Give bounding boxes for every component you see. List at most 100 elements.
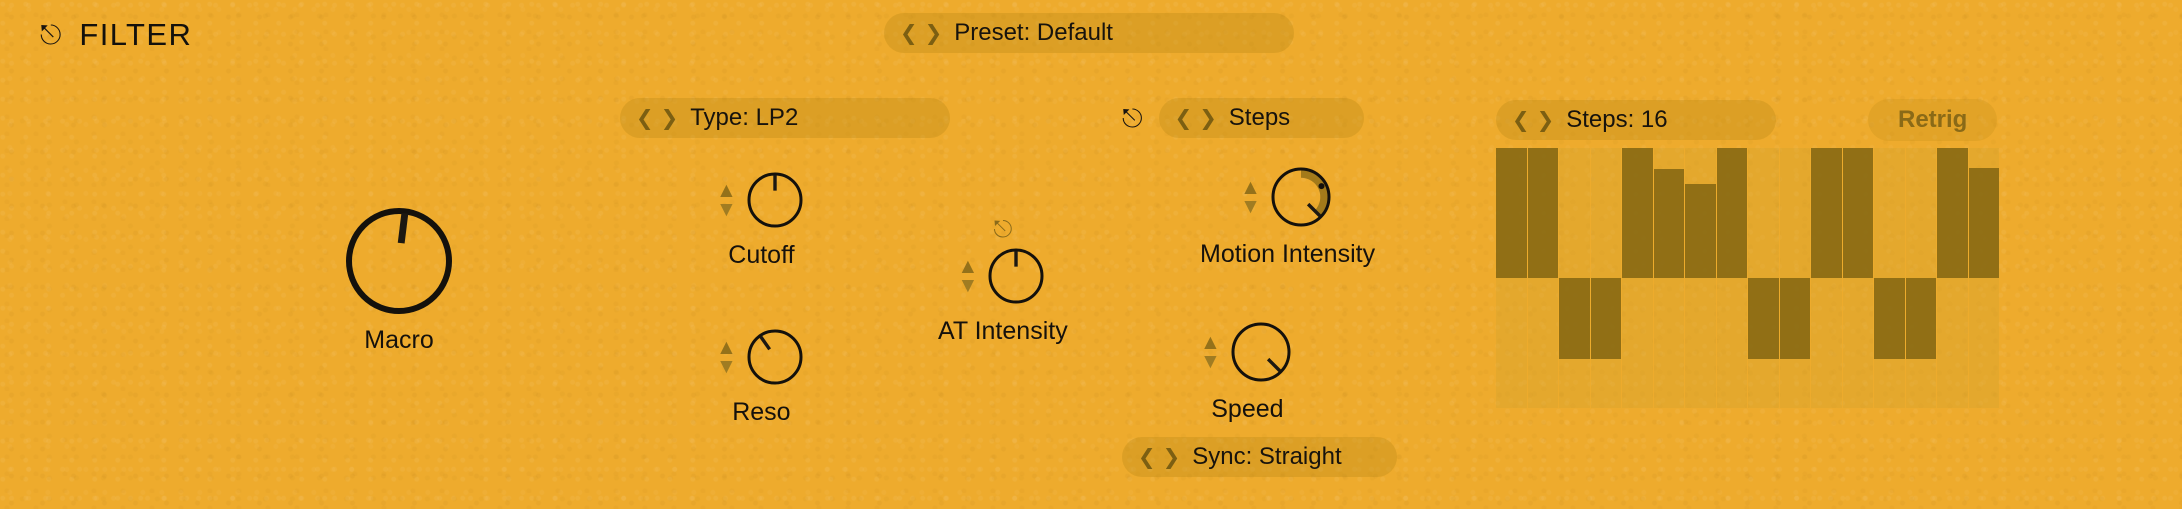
step-count-wrap: ❮ ❯ Steps: 16 bbox=[1496, 100, 1776, 140]
triangle-up-icon[interactable]: ▲ bbox=[1200, 332, 1221, 353]
sync-selector-wrap: ❮ ❯ Sync: Straight bbox=[1122, 437, 1397, 477]
sequencer-step[interactable] bbox=[1653, 148, 1685, 408]
chevron-right-icon[interactable]: ❯ bbox=[925, 23, 943, 44]
knob-reso[interactable]: ▲ ▼ Reso bbox=[716, 325, 807, 427]
step-count-arrows: ❮ ❯ bbox=[1512, 110, 1554, 131]
sequencer-step[interactable] bbox=[1811, 148, 1843, 408]
sequencer-step-bar bbox=[1496, 148, 1527, 278]
chevron-left-icon[interactable]: ❮ bbox=[1175, 108, 1193, 129]
knob-reso-dial[interactable] bbox=[743, 325, 807, 389]
chevron-right-icon[interactable]: ❯ bbox=[661, 108, 679, 129]
filter-type-wrap: ❮ ❯ Type: LP2 bbox=[620, 98, 950, 138]
sequencer-step[interactable] bbox=[1779, 148, 1811, 408]
sequencer-step[interactable] bbox=[1905, 148, 1937, 408]
filter-type-label: Type: LP2 bbox=[690, 104, 799, 131]
knob-at-intensity[interactable]: ⎋ ▲ ▼ AT Intensity bbox=[938, 218, 1068, 346]
knob-motion-intensity-row: ▲ ▼ bbox=[1240, 163, 1335, 231]
knob-motion-intensity[interactable]: ▲ ▼ Motion Intensity bbox=[1200, 163, 1375, 269]
knob-speed-label: Speed bbox=[1211, 395, 1284, 423]
knob-speed[interactable]: ▲ ▼ Speed bbox=[1200, 318, 1295, 424]
sequencer-step[interactable] bbox=[1622, 148, 1654, 408]
sequencer-step-bar bbox=[1590, 278, 1621, 359]
sequencer-step[interactable] bbox=[1842, 148, 1874, 408]
chevron-right-icon[interactable]: ❯ bbox=[1537, 110, 1555, 131]
knob-cutoff-row: ▲ ▼ bbox=[716, 168, 807, 232]
preset-arrows: ❮ ❯ bbox=[900, 23, 942, 44]
sequencer-step[interactable] bbox=[1527, 148, 1559, 408]
sequencer-step[interactable] bbox=[1937, 148, 1969, 408]
preset-label: Preset: Default bbox=[954, 19, 1113, 46]
preset-selector[interactable]: ❮ ❯ Preset: Default bbox=[884, 13, 1294, 53]
chevron-left-icon[interactable]: ❮ bbox=[636, 108, 654, 129]
power-icon[interactable]: ⎋ bbox=[40, 21, 61, 49]
triangle-down-icon[interactable]: ▼ bbox=[716, 198, 737, 219]
sequencer-step-bar bbox=[1842, 148, 1873, 278]
triangle-down-icon[interactable]: ▼ bbox=[1240, 195, 1261, 216]
knob-at-intensity-dial[interactable] bbox=[984, 244, 1048, 308]
sequencer-step-bar bbox=[1559, 278, 1590, 359]
panel-header: ⎋ FILTER bbox=[40, 17, 192, 53]
triangle-up-icon[interactable]: ▲ bbox=[1240, 177, 1261, 198]
sequencer-step-bar bbox=[1716, 148, 1747, 278]
sequencer-step-bar bbox=[1779, 278, 1810, 359]
sync-selector[interactable]: ❮ ❯ Sync: Straight bbox=[1122, 437, 1397, 477]
chevron-right-icon[interactable]: ❯ bbox=[1163, 447, 1181, 468]
sequencer-step-bar bbox=[1653, 168, 1684, 278]
sequencer-step[interactable] bbox=[1874, 148, 1906, 408]
triangle-down-icon[interactable]: ▼ bbox=[957, 274, 978, 295]
sequencer-step-bar bbox=[1968, 167, 1999, 278]
sequencer-step[interactable] bbox=[1590, 148, 1622, 408]
at-intensity-power-icon[interactable]: ⎋ bbox=[993, 218, 1012, 242]
knob-reso-stepper[interactable]: ▲ ▼ bbox=[716, 337, 737, 376]
knob-motion-intensity-stepper[interactable]: ▲ ▼ bbox=[1240, 177, 1261, 216]
chevron-left-icon[interactable]: ❮ bbox=[900, 23, 918, 44]
motion-power-icon[interactable]: ⎋ bbox=[1122, 105, 1143, 131]
step-count-selector[interactable]: ❮ ❯ Steps: 16 bbox=[1496, 100, 1776, 140]
knob-at-intensity-stepper[interactable]: ▲ ▼ bbox=[957, 256, 978, 295]
triangle-down-icon[interactable]: ▼ bbox=[1200, 350, 1221, 371]
sequencer-step-bar bbox=[1905, 278, 1936, 359]
triangle-down-icon[interactable]: ▼ bbox=[716, 355, 737, 376]
knob-speed-row: ▲ ▼ bbox=[1200, 318, 1295, 386]
knob-macro-label: Macro bbox=[364, 326, 434, 354]
sequencer-step[interactable] bbox=[1496, 148, 1528, 408]
retrig-button[interactable]: Retrig bbox=[1868, 99, 1998, 141]
triangle-up-icon[interactable]: ▲ bbox=[716, 337, 737, 358]
chevron-right-icon[interactable]: ❯ bbox=[1199, 108, 1217, 129]
filter-type-selector[interactable]: ❮ ❯ Type: LP2 bbox=[620, 98, 950, 138]
knob-motion-intensity-dial[interactable] bbox=[1267, 163, 1335, 231]
sync-label: Sync: Straight bbox=[1192, 443, 1342, 470]
knob-cutoff-stepper[interactable]: ▲ ▼ bbox=[716, 180, 737, 219]
sequencer-step-bar bbox=[1874, 278, 1905, 359]
page-title: FILTER bbox=[79, 17, 193, 52]
knob-macro-row bbox=[343, 205, 455, 317]
sequencer-step-bar bbox=[1811, 148, 1842, 278]
sequencer-step[interactable] bbox=[1559, 148, 1591, 408]
sequencer-step[interactable] bbox=[1685, 148, 1717, 408]
knob-macro[interactable]: Macro bbox=[343, 205, 455, 355]
motion-mode-arrows: ❮ ❯ bbox=[1175, 108, 1217, 129]
filter-type-arrows: ❮ ❯ bbox=[636, 108, 678, 129]
filter-panel: ⎋ FILTER ❮ ❯ Preset: Default ❮ ❯ Type: L… bbox=[0, 0, 2182, 509]
sequencer-step[interactable] bbox=[1968, 148, 1999, 408]
motion-mode-wrap: ⎋ ❮ ❯ Steps bbox=[1122, 98, 1364, 138]
motion-mode-selector[interactable]: ❮ ❯ Steps bbox=[1158, 98, 1364, 138]
sequencer-step[interactable] bbox=[1748, 148, 1780, 408]
knob-motion-intensity-label: Motion Intensity bbox=[1200, 240, 1376, 268]
triangle-up-icon[interactable]: ▲ bbox=[716, 180, 737, 201]
sequencer-step-bar bbox=[1622, 148, 1653, 278]
knob-cutoff-dial[interactable] bbox=[743, 168, 807, 232]
chevron-left-icon[interactable]: ❮ bbox=[1138, 447, 1156, 468]
retrig-wrap: Retrig bbox=[1868, 99, 1998, 141]
knob-cutoff[interactable]: ▲ ▼ Cutoff bbox=[716, 168, 807, 270]
knob-speed-stepper[interactable]: ▲ ▼ bbox=[1200, 332, 1221, 371]
knob-cutoff-label: Cutoff bbox=[728, 241, 795, 269]
knob-macro-dial[interactable] bbox=[343, 205, 455, 317]
motion-mode-label: Steps bbox=[1228, 104, 1291, 131]
knob-speed-dial[interactable] bbox=[1227, 318, 1295, 386]
step-sequencer[interactable] bbox=[1496, 148, 1999, 408]
chevron-left-icon[interactable]: ❮ bbox=[1512, 110, 1530, 131]
knob-at-intensity-label: AT Intensity bbox=[938, 317, 1068, 345]
sequencer-step[interactable] bbox=[1716, 148, 1748, 408]
triangle-up-icon[interactable]: ▲ bbox=[957, 256, 978, 277]
